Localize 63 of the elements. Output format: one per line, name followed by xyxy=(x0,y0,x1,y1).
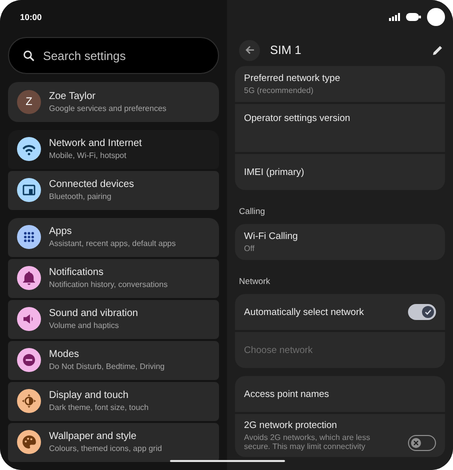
page-title: SIM 1 xyxy=(270,43,302,57)
item-subtitle: Mobile, Wi-Fi, hotspot xyxy=(49,151,128,160)
back-arrow-icon xyxy=(244,45,254,55)
settings-row[interactable]: Wi-Fi Calling Off xyxy=(235,224,445,260)
settings-item[interactable]: Wallpaper and style Colours, themed icons, app grid xyxy=(8,422,219,462)
settings-row[interactable]: 2G network protection Avoids 2G networks, which are less secure. This may limit connectivity xyxy=(235,414,445,457)
account-name: Zoe Taylor xyxy=(49,90,97,102)
item-title: Display and touch xyxy=(49,390,130,402)
row-title: Wi-Fi Calling xyxy=(244,231,299,242)
row-title: Operator settings version xyxy=(244,113,352,124)
settings-row[interactable]: Automatically select network xyxy=(235,294,445,330)
settings-row[interactable]: Preferred network type 5G (recommended) xyxy=(235,66,445,102)
account-item[interactable]: Z Zoe Taylor Google services and preferences xyxy=(8,82,219,122)
settings-item[interactable]: Modes Do Not Disturb, Bedtime, Driving xyxy=(8,340,219,380)
section-label: Calling xyxy=(238,205,266,218)
row-title: 2G network protection xyxy=(244,420,338,431)
search-field[interactable]: Search settings xyxy=(8,37,219,74)
item-title: Modes xyxy=(49,349,80,360)
row-subtitle: Off xyxy=(244,244,256,253)
row-title: Access point names xyxy=(244,388,330,400)
item-title: Notifications xyxy=(49,267,104,278)
battery-icon xyxy=(406,13,421,21)
pencil-icon[interactable] xyxy=(432,44,443,56)
search-icon xyxy=(23,50,35,62)
camera-cutout-icon xyxy=(427,8,445,26)
item-subtitle: Notification history, conversations xyxy=(49,280,168,290)
item-subtitle: Volume and haptics xyxy=(49,321,120,330)
row-title: Preferred network type xyxy=(244,73,342,84)
settings-item[interactable]: Notifications Notification history, conversations xyxy=(8,258,219,298)
account-subtitle: Google services and preferences xyxy=(49,104,166,113)
row-title: Choose network xyxy=(244,344,314,356)
check-icon xyxy=(424,308,432,316)
toggle-switch[interactable] xyxy=(408,435,436,451)
item-subtitle: Dark theme, font size, touch xyxy=(49,403,149,412)
back-button[interactable] xyxy=(239,40,260,60)
status-time: 10:00 xyxy=(20,12,42,22)
settings-row[interactable]: IMEI (primary) xyxy=(235,154,445,190)
item-subtitle: Bluetooth, pairing xyxy=(49,192,112,202)
settings-item[interactable]: Sound and vibration Volume and haptics xyxy=(8,300,219,339)
toggle-switch[interactable] xyxy=(408,304,436,320)
avatar: Z xyxy=(17,90,41,114)
row-subtitle: Avoids 2G networks, which are less secure. This may limit connectivity xyxy=(244,433,372,451)
item-subtitle: Do Not Disturb, Bedtime, Driving xyxy=(49,362,165,372)
settings-row[interactable]: Operator settings version xyxy=(235,104,445,152)
item-title: Connected devices xyxy=(49,179,134,190)
item-title: Network and Internet xyxy=(49,138,142,150)
settings-item[interactable]: Apps Assistant, recent apps, default apps xyxy=(8,218,219,257)
item-subtitle: Assistant, recent apps, default apps xyxy=(49,239,176,248)
section-label: Network xyxy=(238,275,272,288)
settings-item[interactable]: Connected devices Bluetooth, pairing xyxy=(8,170,219,210)
row-title: Automatically select network xyxy=(244,306,365,318)
settings-item[interactable]: Display and touch Dark theme, font size, touch xyxy=(8,382,219,421)
settings-row[interactable]: Access point names xyxy=(235,376,445,412)
item-title: Apps xyxy=(49,226,73,238)
item-subtitle: Colours, themed icons, app grid xyxy=(49,444,162,454)
item-title: Sound and vibration xyxy=(49,308,138,320)
search-input[interactable]: Search settings xyxy=(41,48,195,64)
signal-icon xyxy=(389,13,400,21)
close-icon xyxy=(412,439,420,447)
item-title: Wallpaper and style xyxy=(49,431,138,442)
settings-item[interactable]: Network and Internet Mobile, Wi-Fi, hotspot xyxy=(8,130,219,169)
row-title: IMEI (primary) xyxy=(244,166,306,178)
row-subtitle: 5G (recommended) xyxy=(244,86,314,95)
